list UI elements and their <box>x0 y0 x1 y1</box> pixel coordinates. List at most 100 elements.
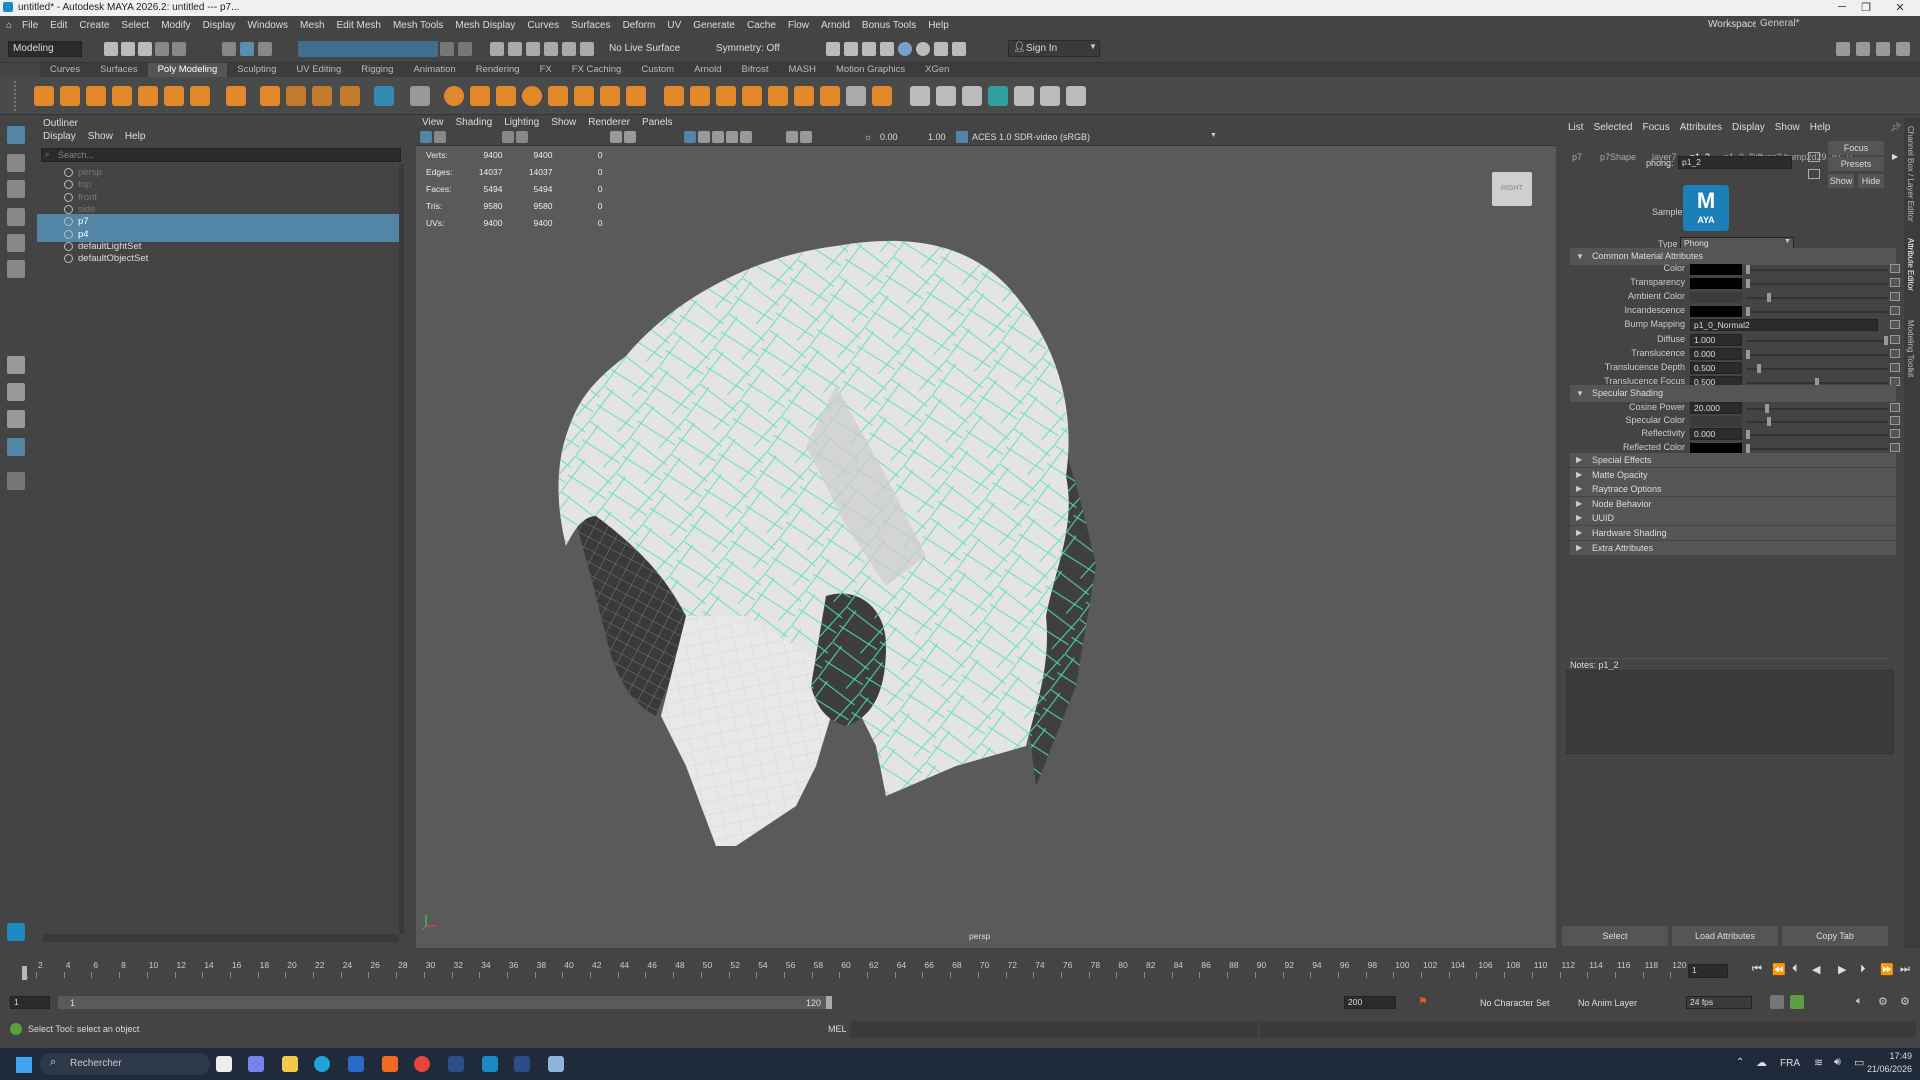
presets-button[interactable]: Presets <box>1828 157 1884 171</box>
section-raytrace-options[interactable]: ▶ Raytrace Options <box>1570 482 1896 497</box>
step-forward-frame-icon[interactable]: ⏵ <box>1860 963 1866 976</box>
end-time-field[interactable]: 200 <box>1344 996 1396 1009</box>
menu-windows[interactable]: Windows <box>247 20 288 31</box>
fill-hole-icon[interactable] <box>768 86 788 106</box>
uv-editor-icon[interactable] <box>1040 86 1060 106</box>
start-time-field[interactable]: 1 <box>10 996 50 1009</box>
animation-prefs-icon[interactable]: ⚙ <box>1878 995 1888 1008</box>
menu-edit-mesh[interactable]: Edit Mesh <box>337 20 381 31</box>
poly-cube-icon[interactable] <box>60 86 80 106</box>
input-connections-icon[interactable] <box>1808 152 1820 162</box>
attr-slider[interactable] <box>1746 443 1888 453</box>
attr-slider[interactable] <box>1746 279 1888 289</box>
current-frame-field[interactable]: 1 <box>1688 964 1728 978</box>
shelf-tab-curves[interactable]: Curves <box>40 63 90 77</box>
section-uuid[interactable]: ▶ UUID <box>1570 511 1896 526</box>
menu-mesh-display[interactable]: Mesh Display <box>455 20 515 31</box>
select-tool-icon[interactable] <box>7 126 25 144</box>
shelf-tab-surfaces[interactable]: Surfaces <box>90 63 148 77</box>
redo-icon[interactable] <box>172 42 186 56</box>
edge-icon[interactable] <box>314 1056 330 1072</box>
audio-icon[interactable]: 🔈︎ <box>1856 995 1863 1008</box>
poly-super-shape-icon[interactable] <box>260 86 280 106</box>
colorspace-dropdown[interactable]: ACES 1.0 SDR-video (sRGB) <box>972 132 1090 142</box>
search-icon[interactable] <box>7 472 25 490</box>
rotate-tool-icon[interactable] <box>7 234 25 252</box>
section-matte-opacity[interactable]: ▶ Matte Opacity <box>1570 467 1896 482</box>
menu-edit[interactable]: Edit <box>50 20 67 31</box>
section-special-effects[interactable]: ▶ Special Effects <box>1570 453 1896 467</box>
mirror-icon[interactable] <box>548 86 568 106</box>
map-button-icon[interactable] <box>1890 348 1900 358</box>
attr-slider[interactable] <box>1746 265 1888 274</box>
photoshop-icon[interactable] <box>448 1056 464 1072</box>
store-icon[interactable] <box>348 1056 364 1072</box>
outliner-menu-help[interactable]: Help <box>125 131 146 142</box>
ae-menu-show[interactable]: Show <box>1775 122 1800 133</box>
film-gate-icon[interactable] <box>624 131 636 143</box>
character-set-dropdown[interactable]: No Character Set <box>1480 998 1550 1008</box>
collapse-icon[interactable] <box>820 86 840 106</box>
connect-icon[interactable] <box>846 86 866 106</box>
close-icon[interactable]: ✕ <box>1880 1 1920 14</box>
attr-slider[interactable] <box>1746 430 1888 440</box>
shelf-tab-rigging[interactable]: Rigging <box>351 63 403 77</box>
render-settings-icon[interactable] <box>880 42 894 56</box>
pause-render-icon[interactable] <box>952 42 966 56</box>
shelf-tab-mash[interactable]: MASH <box>778 63 825 77</box>
show-button[interactable]: Show <box>1828 174 1854 188</box>
file-explorer-icon[interactable] <box>282 1056 298 1072</box>
exposure-value[interactable]: 0.00 <box>880 132 898 142</box>
separate-icon[interactable] <box>470 86 490 106</box>
notes-textarea[interactable] <box>1566 670 1894 754</box>
open-scene-icon[interactable] <box>121 42 135 56</box>
snap-grid-icon[interactable] <box>490 42 504 56</box>
menu-curves[interactable]: Curves <box>527 20 559 31</box>
ae-menu-list[interactable]: List <box>1568 122 1584 133</box>
map-button-icon[interactable] <box>1890 334 1900 344</box>
multi-cut-icon[interactable] <box>910 86 930 106</box>
map-button-icon[interactable] <box>1890 264 1900 273</box>
viewport-menu-show[interactable]: Show <box>551 116 576 130</box>
copy-tab-button[interactable]: Copy Tab <box>1782 926 1888 946</box>
play-backwards-icon[interactable]: ◀ <box>1812 963 1820 976</box>
toggle-modeling-toolkit-icon[interactable] <box>1836 42 1850 56</box>
map-button-icon[interactable] <box>1890 320 1900 330</box>
viewport-menu-view[interactable]: View <box>422 116 444 130</box>
shelf-tab-arnold[interactable]: Arnold <box>684 63 731 77</box>
extrude-icon[interactable] <box>664 86 684 106</box>
outliner-item[interactable]: defaultObjectSet <box>37 251 399 266</box>
teams-icon[interactable] <box>248 1056 264 1072</box>
focus-button[interactable]: Focus <box>1828 141 1884 155</box>
platonic-solid-icon[interactable] <box>226 86 246 106</box>
poly-type-icon[interactable] <box>312 86 332 106</box>
target-weld-icon[interactable] <box>410 86 430 106</box>
menu-arnold[interactable]: Arnold <box>821 20 850 31</box>
retopologize-icon[interactable] <box>600 86 620 106</box>
ae-menu-help[interactable]: Help <box>1810 122 1831 133</box>
magnet-icon[interactable] <box>580 42 594 56</box>
shelf-tab-sculpting[interactable]: Sculpting <box>227 63 286 77</box>
attr-value-field[interactable]: 0.500 <box>1690 361 1742 374</box>
toggle-attribute-editor-icon[interactable] <box>1856 42 1870 56</box>
four-view-layout-icon[interactable] <box>7 383 25 401</box>
menu-mesh[interactable]: Mesh <box>300 20 324 31</box>
step-forward-key-icon[interactable]: ⏩ <box>1880 963 1894 976</box>
attr-slider-handle[interactable] <box>1746 349 1750 359</box>
symmetry-label[interactable]: Symmetry: Off <box>716 43 780 54</box>
smooth-icon[interactable] <box>496 86 516 106</box>
select-component-icon[interactable] <box>258 42 272 56</box>
isolate-select-icon[interactable] <box>786 131 798 143</box>
attr-value-field[interactable]: 20.000 <box>1690 402 1742 414</box>
ae-menu-attributes[interactable]: Attributes <box>1680 122 1722 133</box>
attr-color-swatch[interactable] <box>1690 416 1742 428</box>
attr-slider-handle[interactable] <box>1746 430 1750 440</box>
shelf-tab-fx[interactable]: FX <box>530 63 562 77</box>
outliner-horizontal-scrollbar[interactable] <box>43 934 399 942</box>
shelf-tab-xgen[interactable]: XGen <box>915 63 959 77</box>
menu-uv[interactable]: UV <box>667 20 681 31</box>
viewport-menu-lighting[interactable]: Lighting <box>504 116 539 130</box>
shelf-tab-motion-graphics[interactable]: Motion Graphics <box>826 63 915 77</box>
poly-plane-icon[interactable] <box>164 86 184 106</box>
shelf-tab-poly-modeling[interactable]: Poly Modeling <box>147 63 228 77</box>
